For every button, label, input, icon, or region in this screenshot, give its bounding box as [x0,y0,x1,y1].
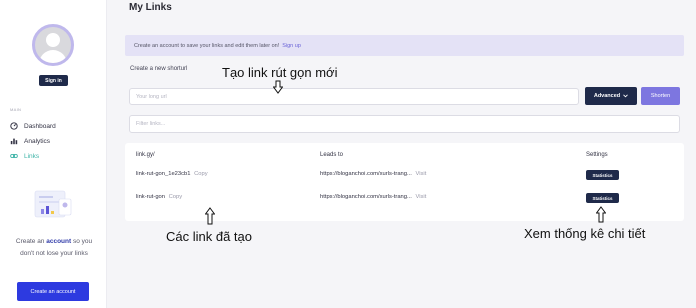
page-title: My Links [129,2,172,13]
annotation-create-link: Tạo link rút gọn mới [222,65,338,80]
short-link[interactable]: link-rut-gon [136,194,165,200]
column-header-short-link: link.gy/ [136,152,155,158]
create-shorturl-label: Create a new shorturl [130,66,188,72]
sign-in-button[interactable]: Sign in [39,75,68,86]
target-url: https://bloganchoi.com/xurls-trang... [320,194,412,200]
sidebar-item-dashboard[interactable]: Dashboard [10,122,56,130]
sign-up-link[interactable]: Sign up [282,43,301,49]
annotation-view-stats: Xem thống kê chi tiết [524,226,646,241]
visit-link[interactable]: Visit [415,171,426,177]
sidebar-item-links[interactable]: Links [10,152,39,160]
bar-chart-icon [10,138,18,145]
sidebar-item-label: Dashboard [24,122,56,130]
target-url: https://bloganchoi.com/xurls-trang... [320,171,412,177]
chevron-down-icon [623,94,628,98]
advanced-label: Advanced [593,93,621,99]
table-row-slug: link-rut-gon_1e23cb1 Copy [136,171,208,177]
visit-link[interactable]: Visit [415,194,426,200]
table-row-target: https://bloganchoi.com/xurls-trang... Vi… [320,194,426,200]
advanced-button[interactable]: Advanced [585,87,637,105]
arrow-down-icon [273,80,283,94]
shorten-button[interactable]: Shorten [641,87,680,105]
dashboard-icon [10,122,18,130]
statistics-button[interactable]: Statistics [586,170,619,180]
statistics-button[interactable]: Statistics [586,193,619,203]
column-header-leads-to: Leads to [320,152,344,158]
avatar [32,24,74,66]
annotation-created-links: Các link đã tạo [166,229,252,244]
signup-banner: Create an account to save your links and… [125,35,684,56]
promo-illustration [34,190,72,218]
sidebar-item-label: Analytics [24,137,51,145]
sidebar-item-analytics[interactable]: Analytics [10,137,50,145]
column-header-settings: Settings [586,152,608,158]
copy-link[interactable]: Copy [194,171,208,177]
short-link[interactable]: link-rut-gon_1e23cb1 [136,171,190,177]
sidebar-item-label: Links [24,152,40,160]
nav-section-label: MAIN [10,107,22,112]
create-account-button[interactable]: Create an account [17,282,89,301]
table-row-slug: link-rut-gon Copy [136,194,182,200]
sidebar: Sign in MAIN Dashboard Analytics Links C… [0,0,107,308]
link-icon [10,153,18,159]
banner-text: Create an account to save your links and… [134,42,280,49]
long-url-input[interactable]: Your long url [129,88,579,105]
arrow-up-icon [205,207,215,225]
filter-links-input[interactable]: Filter links... [129,115,680,133]
promo-text: Create an account so you don't not lose … [15,238,93,257]
arrow-up-icon [596,206,606,223]
table-row-target: https://bloganchoi.com/xurls-trang... Vi… [320,171,426,177]
copy-link[interactable]: Copy [169,194,183,200]
